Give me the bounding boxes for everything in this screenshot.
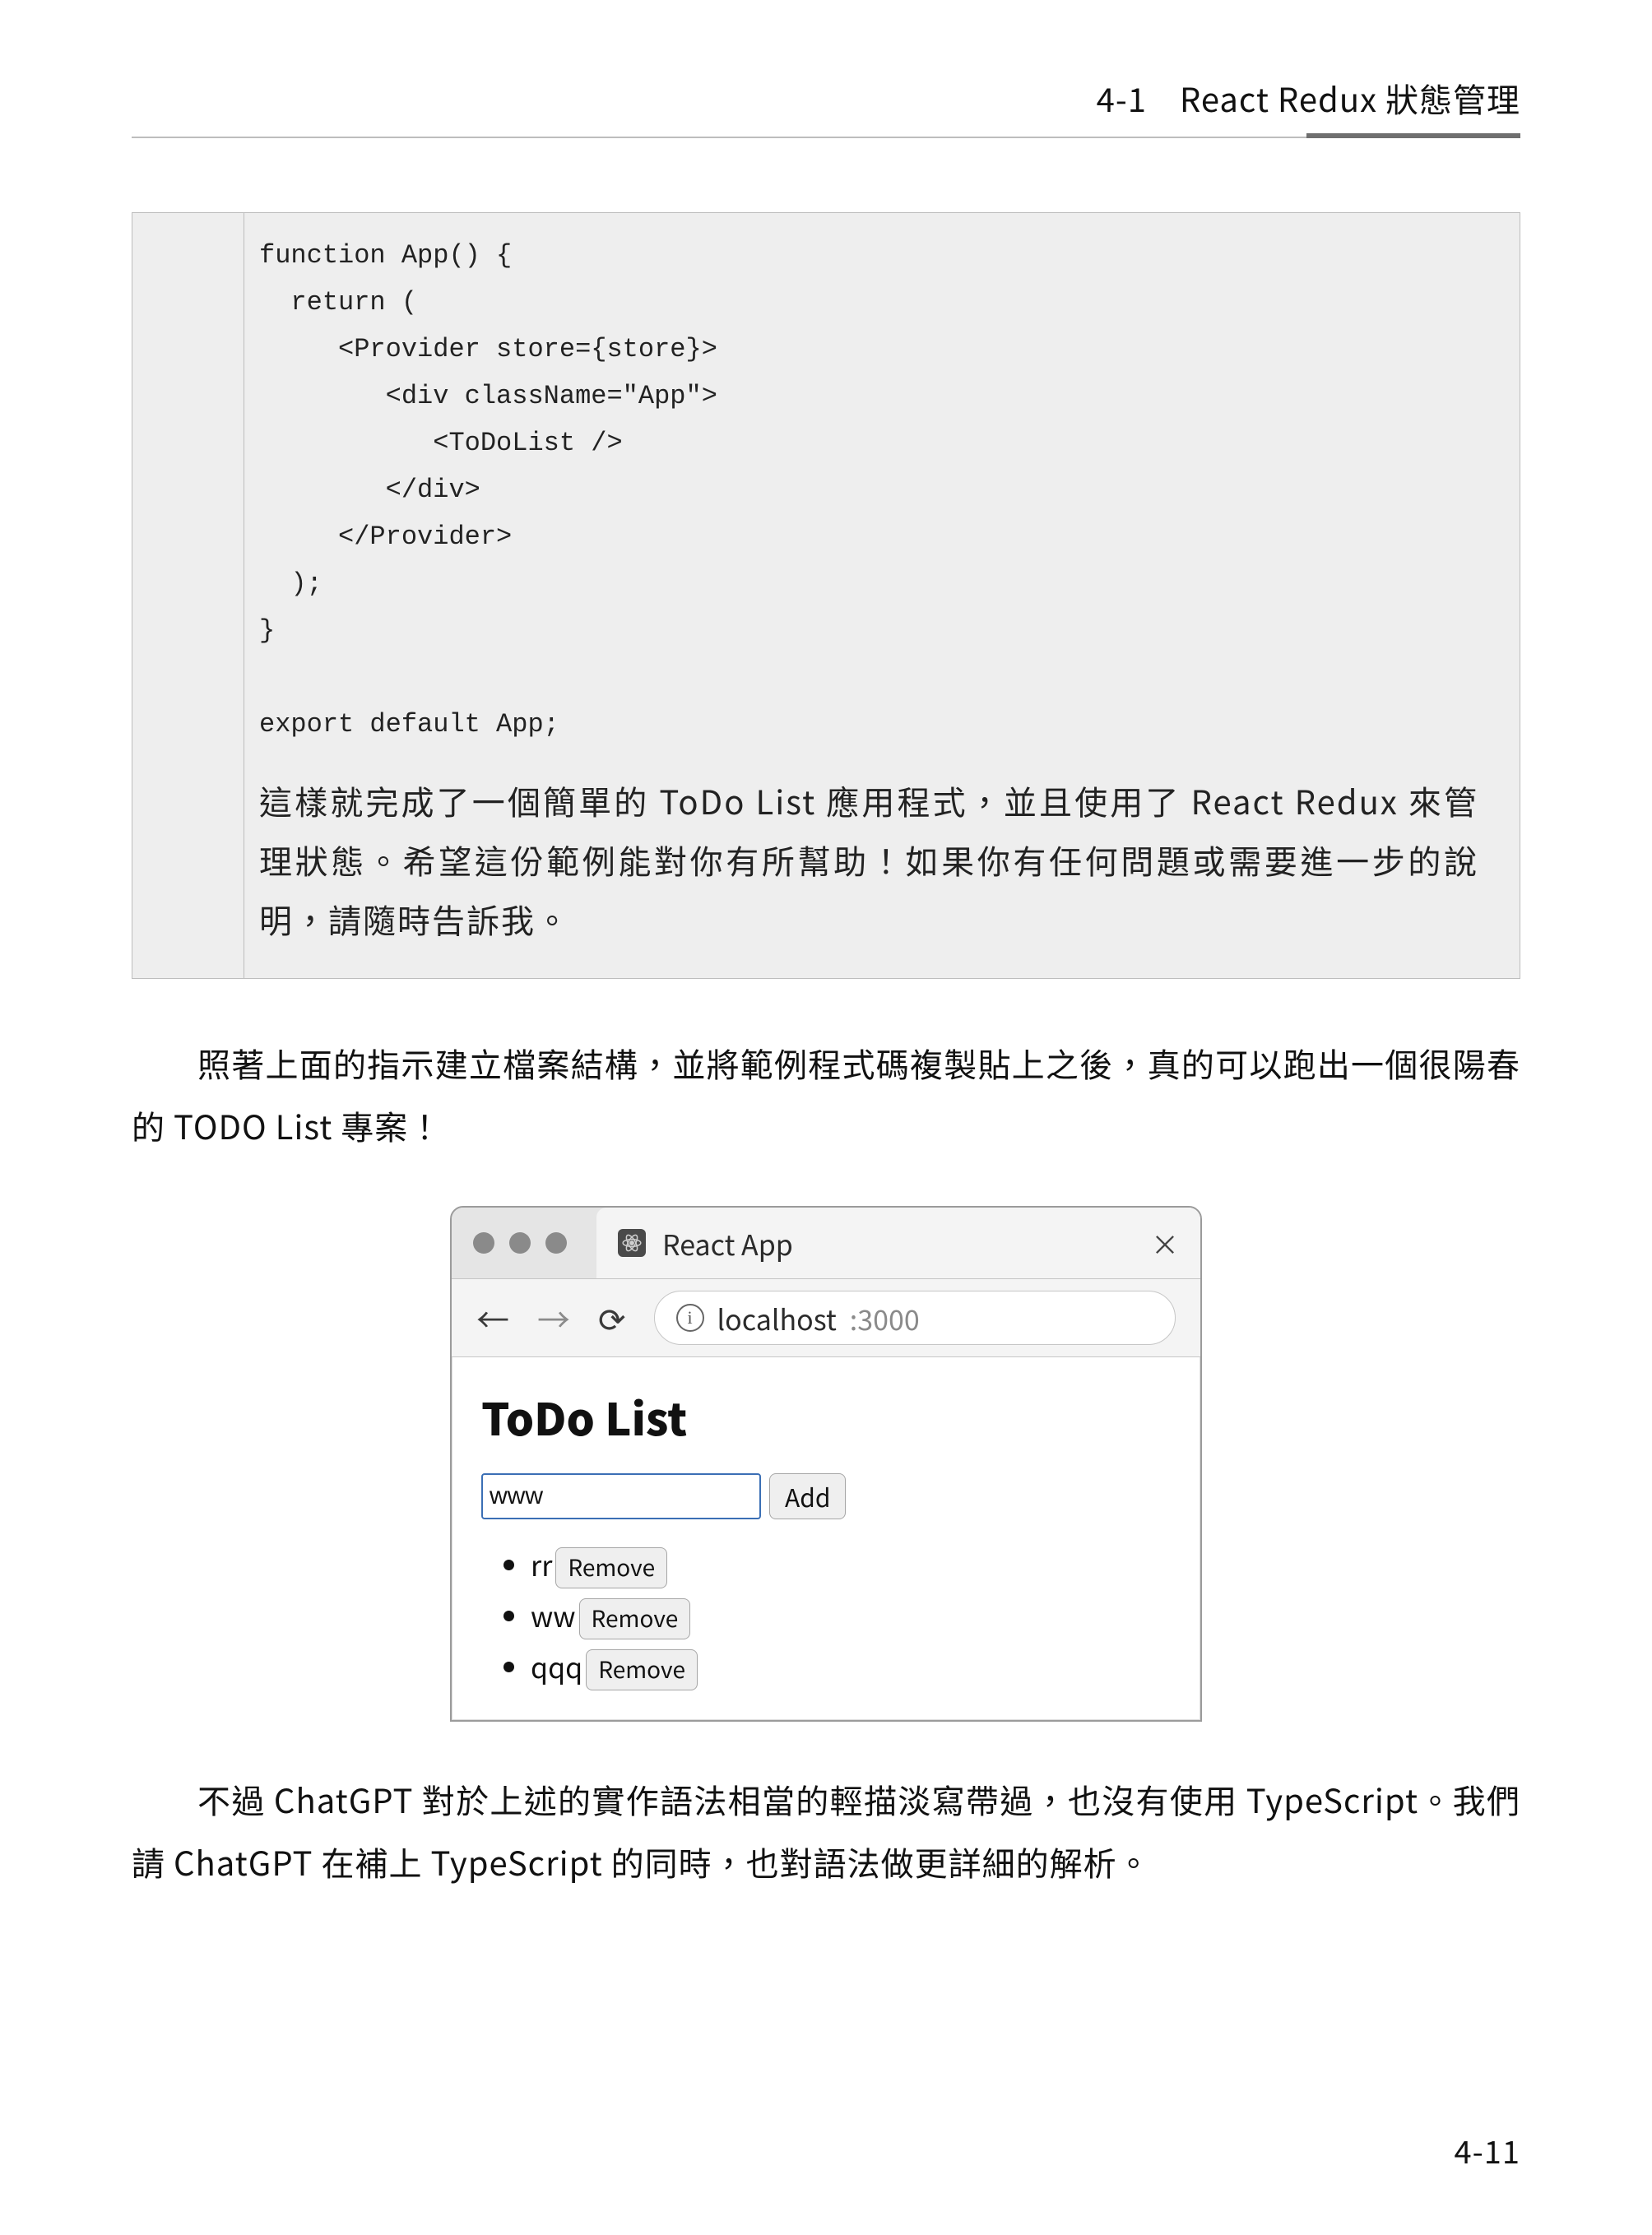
react-favicon-icon xyxy=(618,1229,646,1257)
tab-title: React App xyxy=(662,1223,793,1264)
todo-item: rrRemove xyxy=(531,1541,1171,1588)
header-rule-thin xyxy=(132,137,1306,138)
header-rule-thick xyxy=(1306,133,1520,138)
window-dot xyxy=(545,1232,567,1254)
todo-list: rrRemovewwRemoveqqqRemove xyxy=(481,1541,1171,1690)
remove-button[interactable]: Remove xyxy=(555,1547,667,1588)
add-todo-form: Add xyxy=(481,1473,1171,1519)
body-paragraph-1: 照著上面的指示建立檔案結構，並將範例程式碼複製貼上之後，真的可以跑出一個很陽春的… xyxy=(132,1032,1520,1157)
browser-tab[interactable]: React App × xyxy=(596,1208,1200,1278)
document-page: 4-1 React Redux 狀態管理 function App() { re… xyxy=(0,0,1652,2235)
example-box-gutter xyxy=(132,213,244,978)
url-rest: :3000 xyxy=(850,1298,920,1338)
body-paragraph-2: 不過 ChatGPT 對於上述的實作語法相當的輕描淡寫帶過，也沒有使用 Type… xyxy=(132,1768,1520,1893)
nav-forward-icon[interactable]: → xyxy=(537,1294,570,1342)
nav-reload-icon[interactable]: ⟳ xyxy=(598,1294,626,1342)
window-dot xyxy=(509,1232,531,1254)
window-controls xyxy=(473,1232,567,1254)
example-description: 這樣就完成了一個簡單的 ToDo List 應用程式，並且使用了 React R… xyxy=(259,771,1478,948)
url-host: localhost xyxy=(717,1298,837,1338)
add-button[interactable]: Add xyxy=(769,1473,846,1519)
page-number: 4-11 xyxy=(1455,2127,1520,2172)
todo-item: wwRemove xyxy=(531,1592,1171,1639)
section-title: React Redux 狀態管理 xyxy=(1180,74,1520,122)
screenshot-wrapper: React App × ← → ⟳ i localhost :3000 ToDo … xyxy=(132,1206,1520,1721)
todo-item-text: rr xyxy=(531,1544,552,1584)
example-box: function App() { return ( <Provider stor… xyxy=(132,212,1520,979)
window-dot xyxy=(473,1232,494,1254)
todo-heading: ToDo List xyxy=(481,1384,1171,1449)
nav-back-icon[interactable]: ← xyxy=(476,1294,509,1342)
todo-item-text: ww xyxy=(531,1595,576,1635)
todo-input[interactable] xyxy=(481,1473,761,1519)
remove-button[interactable]: Remove xyxy=(586,1649,698,1690)
browser-window: React App × ← → ⟳ i localhost :3000 ToDo … xyxy=(450,1206,1202,1721)
browser-tabbar: React App × xyxy=(452,1208,1200,1279)
todo-item: qqqRemove xyxy=(531,1643,1171,1690)
site-info-icon[interactable]: i xyxy=(676,1304,704,1332)
address-bar[interactable]: i localhost :3000 xyxy=(654,1291,1176,1345)
todo-item-text: qqq xyxy=(531,1646,582,1686)
remove-button[interactable]: Remove xyxy=(579,1598,691,1639)
example-box-content: function App() { return ( <Provider stor… xyxy=(244,213,1520,978)
close-tab-icon[interactable]: × xyxy=(1151,1223,1179,1264)
section-number: 4-1 xyxy=(1097,74,1147,122)
code-block: function App() { return ( <Provider stor… xyxy=(259,233,1478,748)
browser-toolbar: ← → ⟳ i localhost :3000 xyxy=(452,1279,1200,1357)
page-content: ToDo List Add rrRemovewwRemoveqqqRemove xyxy=(452,1357,1200,1719)
running-header: 4-1 React Redux 狀態管理 xyxy=(132,74,1520,122)
header-rule xyxy=(132,133,1520,138)
